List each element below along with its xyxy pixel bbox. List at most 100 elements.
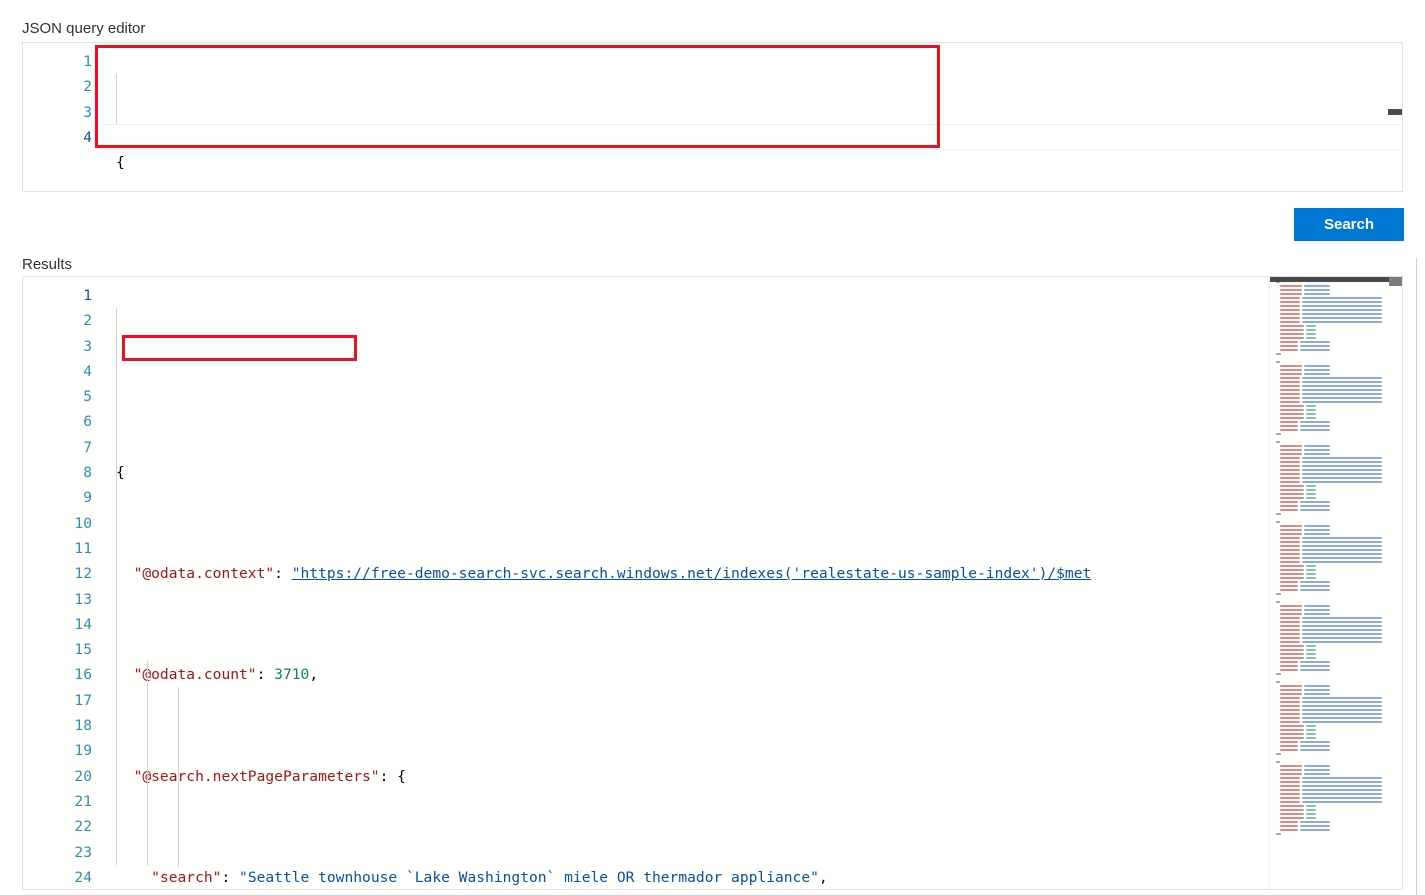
json-query-editor-label: JSON query editor [22, 20, 146, 37]
minimap-line [1302, 461, 1382, 463]
minimap-line [1302, 617, 1382, 619]
minimap-line [1304, 605, 1330, 607]
minimap-line [1306, 485, 1316, 487]
minimap-line [1280, 745, 1298, 747]
minimap-line [1306, 325, 1316, 327]
minimap-line [1280, 797, 1300, 799]
minimap-line [1280, 809, 1304, 811]
minimap-line [1280, 425, 1298, 427]
minimap-viewport-slider[interactable] [1270, 277, 1389, 282]
minimap-line [1300, 589, 1330, 591]
minimap-line [1280, 385, 1300, 387]
minimap-line [1280, 645, 1304, 647]
minimap-line [1302, 473, 1382, 475]
minimap-line [1280, 701, 1300, 703]
line-number: 7 [83, 438, 92, 456]
line-number: 11 [74, 539, 92, 557]
code-line: "@odata.context": "https://free-demo-sea… [133, 565, 1092, 583]
minimap-line [1302, 793, 1382, 795]
brace-open: { [116, 154, 125, 172]
results-editor[interactable]: 1 2 3 4 5 6 7 8 9 10 11 12 13 14 15 16 17 18 19 20 21 22 23 24 … [22, 276, 1403, 890]
minimap-line [1302, 389, 1382, 391]
minimap-line [1300, 505, 1330, 507]
minimap-line [1302, 297, 1382, 299]
results-vertical-scrollbar-thumb[interactable] [1389, 277, 1402, 286]
minimap-line [1280, 713, 1300, 715]
minimap-line [1302, 633, 1382, 635]
minimap-line [1306, 645, 1316, 647]
minimap-line [1280, 453, 1302, 455]
minimap-line [1300, 661, 1330, 663]
minimap-line [1306, 573, 1316, 575]
minimap-line [1306, 329, 1316, 331]
minimap-line [1280, 781, 1300, 783]
minimap-line [1280, 497, 1304, 499]
minimap-line [1280, 621, 1300, 623]
minimap-line [1280, 429, 1298, 431]
query-editor-content[interactable]: { "search": "Seattle townhouse `Lake Was… [105, 43, 1402, 191]
minimap-line [1280, 565, 1304, 567]
line-number: 22 [74, 818, 92, 836]
line-number: 19 [74, 742, 92, 760]
minimap-line [1304, 765, 1330, 767]
minimap-line [1280, 325, 1304, 327]
minimap-line [1280, 469, 1300, 471]
json-key-odata-context: "@odata.context" [133, 565, 275, 583]
line-number: 6 [83, 413, 92, 431]
minimap-line [1280, 813, 1304, 815]
minimap-line [1304, 769, 1330, 771]
minimap-line [1280, 509, 1298, 511]
minimap-line [1302, 385, 1382, 387]
minimap-line [1280, 337, 1304, 339]
minimap-line [1280, 609, 1302, 611]
minimap-line [1280, 525, 1302, 527]
minimap-line [1276, 673, 1281, 675]
minimap-line [1280, 829, 1298, 831]
minimap-line [1300, 349, 1330, 351]
search-button[interactable]: Search [1294, 208, 1404, 241]
minimap-line [1306, 565, 1316, 567]
minimap-line [1276, 353, 1281, 355]
minimap-line [1302, 545, 1382, 547]
minimap-line [1304, 529, 1330, 531]
line-number: 13 [74, 590, 92, 608]
json-query-editor[interactable]: 1 2 3 4 { "search": "Seattle townhouse `Lak… [22, 42, 1403, 192]
minimap-line [1280, 393, 1300, 395]
minimap-line [1300, 829, 1330, 831]
minimap-line [1280, 625, 1300, 627]
json-value-odata-context[interactable]: "https://free-demo-search-svc.search.win… [292, 565, 1092, 582]
minimap-line [1304, 445, 1330, 447]
query-editor-gutter: 1 2 3 4 [23, 43, 105, 191]
minimap-line [1280, 693, 1302, 695]
line-number: 8 [83, 464, 92, 482]
minimap-line [1280, 765, 1302, 767]
minimap-line [1306, 333, 1316, 335]
minimap-line [1280, 689, 1302, 691]
json-key-search: "search" [151, 868, 222, 886]
minimap-line [1280, 537, 1300, 539]
minimap-line [1280, 785, 1300, 787]
minimap-line [1302, 549, 1382, 551]
minimap-line [1302, 557, 1382, 559]
minimap-line [1302, 401, 1382, 403]
minimap-line [1306, 653, 1316, 655]
minimap-line [1280, 297, 1300, 299]
minimap-line [1280, 793, 1300, 795]
minimap-line [1302, 481, 1382, 483]
results-minimap[interactable] [1269, 277, 1389, 889]
minimap-line [1280, 717, 1300, 719]
minimap-line [1302, 777, 1382, 779]
minimap-line [1304, 685, 1330, 687]
minimap-line [1302, 697, 1382, 699]
results-editor-content[interactable]: { "@odata.context": "https://free-demo-s… [105, 277, 1402, 889]
line-number: 23 [74, 843, 92, 861]
minimap-line [1280, 585, 1298, 587]
minimap-line [1280, 553, 1300, 555]
minimap-line [1280, 505, 1298, 507]
minimap-line [1280, 341, 1298, 343]
minimap-line [1280, 289, 1302, 291]
minimap-line [1280, 581, 1298, 583]
minimap-line [1300, 821, 1330, 823]
query-editor-scroll-marker[interactable] [1388, 109, 1402, 115]
minimap-line [1300, 749, 1330, 751]
